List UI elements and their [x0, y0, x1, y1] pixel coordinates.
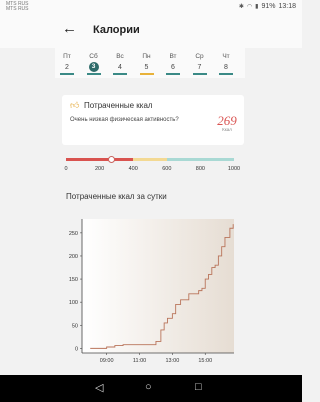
- plot-background: [82, 219, 234, 353]
- burned-calories-card: 👍︎ Потраченные ккал Очень низкая физичес…: [62, 95, 244, 145]
- scale-tick-label: 0: [64, 166, 68, 172]
- activity-description: Очень низкая физическая активность?: [70, 117, 179, 123]
- y-tick-label: 200: [69, 254, 78, 260]
- scale-tick-label: 400: [128, 166, 138, 172]
- day-name: Чт: [222, 53, 230, 60]
- x-tick-label: 11:00: [133, 358, 146, 364]
- battery-icon: ▮: [255, 4, 259, 10]
- day-number: 6: [171, 64, 175, 71]
- battery-level: 91%: [261, 3, 276, 10]
- day-name: Ср: [195, 53, 204, 60]
- thumbs-up-icon: 👍︎: [70, 100, 80, 110]
- day-item[interactable]: Чт 8: [216, 48, 236, 75]
- scale-tick-label: 200: [95, 166, 105, 172]
- day-name: Сб: [89, 53, 98, 60]
- x-tick-label: 09:00: [100, 358, 114, 364]
- day-selector: Пт 2 Сб 3 Вс 4 Пн 5 Вт 6 Ср 7 Чт 8: [55, 48, 245, 78]
- wifi-icon: ◠: [246, 4, 253, 10]
- scale-segment: [166, 158, 234, 161]
- day-status-bar: [219, 73, 233, 75]
- day-name: Пт: [63, 53, 71, 60]
- day-status-bar: [60, 73, 74, 75]
- y-tick-label: 0: [75, 346, 78, 352]
- day-status-bar: [86, 73, 101, 75]
- day-item[interactable]: Вс 4: [110, 48, 130, 75]
- app-bar: ← Калории: [0, 14, 302, 48]
- scale-tick-label: 600: [162, 166, 172, 172]
- day-number: 5: [144, 64, 149, 71]
- day-status-bar: [166, 73, 180, 75]
- system-nav-bar: ◁ ○ □: [0, 375, 302, 402]
- day-number: 4: [118, 64, 122, 71]
- status-bar: MTS RUS MTS RUS ✱ ◠ ▮ 91% 13:18: [0, 0, 302, 14]
- day-number: 7: [197, 64, 202, 71]
- day-name: Вс: [116, 53, 124, 60]
- y-tick-label: 250: [69, 231, 78, 237]
- day-name: Пн: [142, 53, 151, 60]
- scale-tick-label: 1000: [227, 166, 241, 172]
- card-title: Потраченные ккал: [84, 101, 153, 110]
- x-tick-label: 13:00: [165, 358, 179, 364]
- chart-title: Потраченные ккал за сутки: [66, 192, 167, 201]
- chart-svg: 0 50 100 150 200 250 09:00 11:00 13:00 15:00: [69, 219, 234, 364]
- y-tick-label: 100: [69, 300, 78, 306]
- activity-scale: 0 200 400 600 800 1000: [64, 156, 240, 176]
- day-number: 8: [224, 64, 228, 71]
- day-number: 2: [65, 64, 69, 71]
- x-tick-label: 15:00: [198, 358, 212, 364]
- page-title: Калории: [93, 24, 140, 36]
- carrier-line-2: MTS RUS: [6, 6, 29, 12]
- scale-segment: [133, 158, 167, 161]
- day-item[interactable]: Ср 7: [190, 48, 210, 75]
- daily-calories-chart: 0 50 100 150 200 250 09:00 11:00 13:00 15:00: [66, 213, 238, 375]
- y-tick-label: 150: [69, 277, 78, 283]
- day-status-bar: [192, 73, 207, 75]
- clock: 13:18: [278, 3, 296, 10]
- status-right: ✱ ◠ ▮ 91% 13:18: [239, 3, 296, 10]
- back-arrow-icon[interactable]: ←: [62, 20, 77, 37]
- triangle-back-icon[interactable]: ◁: [95, 381, 103, 394]
- square-recent-icon[interactable]: □: [195, 381, 202, 393]
- day-status-bar: [113, 73, 127, 75]
- day-item[interactable]: Сб 3: [84, 48, 104, 75]
- y-tick-label: 50: [72, 323, 78, 329]
- scale-knob[interactable]: [107, 156, 115, 163]
- day-name: Вт: [169, 53, 177, 60]
- burned-unit: Ккал: [222, 127, 232, 132]
- scale-tick-label: 800: [195, 166, 205, 172]
- circle-home-icon[interactable]: ○: [145, 381, 152, 393]
- day-status-bar: [139, 73, 154, 75]
- carrier-info: MTS RUS MTS RUS: [6, 2, 29, 12]
- day-item[interactable]: Вт 6: [163, 48, 183, 75]
- scale-segment: [66, 158, 134, 161]
- day-number: 3: [88, 62, 99, 72]
- day-item[interactable]: Пт 2: [57, 48, 77, 75]
- bluetooth-icon: ✱: [238, 4, 244, 10]
- day-item[interactable]: Пн 5: [137, 48, 157, 75]
